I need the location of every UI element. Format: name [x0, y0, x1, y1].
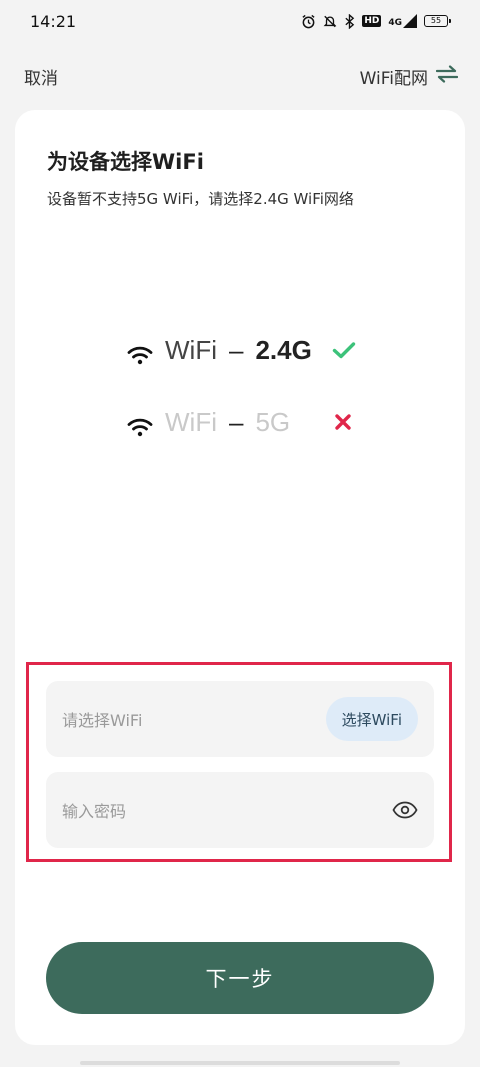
band-value: 2.4G — [255, 335, 312, 365]
wifi-icon — [127, 413, 153, 436]
nav-bar: 取消 WiFi配网 — [0, 56, 480, 96]
wifi-select-field[interactable]: 请选择WiFi 选择WiFi — [46, 681, 434, 757]
page-subtitle: 设备暂不支持5G WiFi，请选择2.4G WiFi网络 — [47, 190, 354, 208]
wifi-provision-label: WiFi配网 — [359, 68, 428, 89]
mute-bell-icon — [323, 14, 337, 29]
cancel-button[interactable]: 取消 — [24, 64, 58, 89]
alarm-icon — [301, 14, 316, 29]
wifi-field-placeholder: 请选择WiFi — [62, 711, 143, 730]
page-title: 为设备选择WiFi — [47, 150, 204, 174]
status-bar: 14:21 HD 4G 55 — [0, 0, 480, 42]
band-dash: – — [228, 335, 244, 365]
wifi-setup-card: 为设备选择WiFi 设备暂不支持5G WiFi，请选择2.4G WiFi网络 W… — [15, 110, 465, 1045]
band-name: WiFi — [165, 335, 217, 365]
check-icon — [332, 335, 356, 366]
home-indicator — [80, 1061, 400, 1065]
select-wifi-button[interactable]: 选择WiFi — [325, 697, 418, 741]
band-name: WiFi — [165, 407, 217, 437]
status-time: 14:21 — [30, 11, 77, 31]
swap-arrows-icon — [435, 65, 459, 87]
network-type-label: 4G — [388, 18, 402, 28]
battery-icon: 55 — [424, 15, 451, 27]
band-row-2-4g: WiFi – 2.4G — [127, 335, 356, 366]
wifi-icon — [127, 341, 153, 364]
bluetooth-icon — [344, 13, 355, 29]
band-dash: – — [228, 407, 244, 437]
status-icons: HD 4G 55 — [301, 13, 451, 29]
password-field-placeholder: 输入密码 — [62, 802, 127, 821]
wifi-provision-switch-button[interactable]: WiFi配网 — [359, 64, 459, 89]
cross-icon — [334, 407, 352, 438]
band-row-5g: WiFi – 5G — [127, 407, 352, 438]
band-value: 5G — [255, 407, 291, 437]
signal-icon: 4G — [388, 14, 417, 28]
next-step-button[interactable]: 下一步 — [46, 942, 434, 1014]
password-field[interactable]: 输入密码 — [46, 772, 434, 848]
eye-icon[interactable] — [392, 801, 418, 819]
hd-icon: HD — [362, 15, 382, 27]
